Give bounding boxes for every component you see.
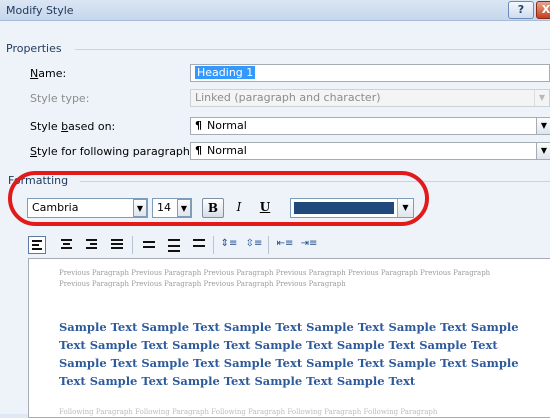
previous-paragraph-text: Previous Paragraph Previous Paragraph Pr… [59,269,491,288]
following-paragraph-text: Following Paragraph Following Paragraph … [59,408,438,416]
based-on-value: Normal [207,119,247,132]
following-value: Normal [207,144,247,157]
properties-section-label: Properties [6,42,62,55]
modify-style-dialog: Modify Style ? X Properties Name: Headin… [0,0,550,418]
properties-divider [75,49,550,50]
chevron-down-icon[interactable]: ▼ [536,143,550,159]
align-right-icon[interactable] [83,236,101,254]
title-bar: Modify Style ? X [0,0,550,21]
based-on-label: Style based on: [30,120,116,133]
sample-text: Sample Text Sample Text Sample Text Samp… [59,320,519,388]
style-type-label: Style type: [30,92,90,105]
paragraph-icon: ¶ [195,144,202,157]
style-preview-pane: Previous Paragraph Previous Paragraph Pr… [28,258,550,418]
line-spacing-single-icon[interactable] [140,236,158,254]
dialog-title: Modify Style [6,4,74,17]
paragraph-icon: ¶ [195,119,202,132]
following-label: Style for following paragraph: [30,145,194,158]
name-label: Name: [30,67,67,80]
name-input[interactable]: Heading 1 [190,64,550,82]
line-spacing-onehalf-icon[interactable] [165,236,183,254]
toolbar-separator [268,236,269,254]
align-left-icon[interactable] [28,236,46,254]
line-spacing-double-icon[interactable] [190,236,208,254]
space-before-decrease-icon[interactable]: ⇳≡ [245,236,263,254]
close-button[interactable]: X [536,1,550,19]
justify-icon[interactable] [108,236,126,254]
name-value: Heading 1 [195,66,256,79]
toolbar-separator [132,236,133,254]
highlight-annotation [8,171,429,226]
chevron-down-icon: ▼ [534,90,549,106]
following-select[interactable]: ¶ Normal ▼ [190,142,550,160]
style-type-value: Linked (paragraph and character) [195,91,381,104]
increase-indent-icon[interactable]: ⇥≡ [300,236,318,254]
help-button[interactable]: ? [508,1,534,19]
align-center-icon[interactable] [58,236,76,254]
space-before-increase-icon[interactable]: ⇕≡ [220,236,238,254]
based-on-select[interactable]: ¶ Normal ▼ [190,117,550,135]
chevron-down-icon[interactable]: ▼ [536,118,550,134]
toolbar-separator [213,236,214,254]
decrease-indent-icon[interactable]: ⇤≡ [276,236,294,254]
style-type-select: Linked (paragraph and character) ▼ [190,89,550,107]
